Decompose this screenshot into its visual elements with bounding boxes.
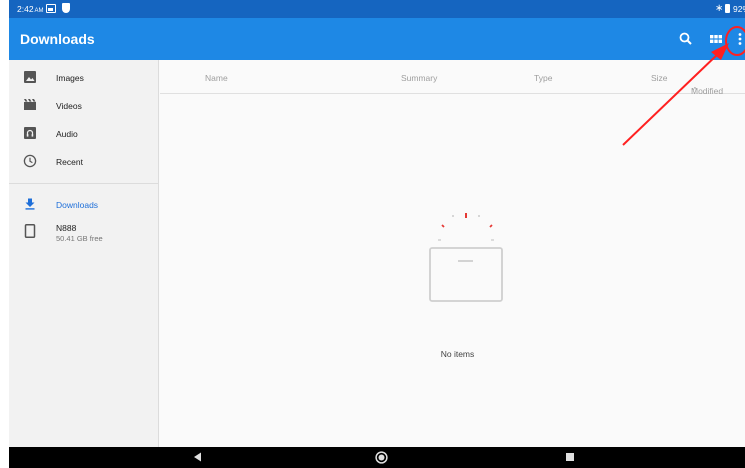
column-name[interactable]: Name (205, 73, 228, 83)
sidebar-divider (9, 183, 159, 184)
bluetooth-icon: ∗ (715, 3, 724, 14)
empty-state-message: No items (440, 349, 475, 359)
app-bar: Downloads (9, 18, 745, 60)
grid-view-icon (710, 35, 722, 43)
status-time: 2:42AM (17, 4, 44, 14)
home-icon[interactable] (375, 451, 388, 464)
shield-icon (62, 3, 70, 13)
sidebar-item-label: N888 (56, 223, 77, 233)
back-icon[interactable] (192, 451, 204, 463)
status-time-value: 2:42 (17, 4, 34, 14)
battery-icon (725, 4, 730, 13)
sidebar-item-device[interactable]: N888 50.41 GB free (9, 215, 159, 249)
sort-ascending-icon: ^ (693, 86, 697, 95)
download-icon (25, 198, 35, 210)
sidebar-item-videos[interactable]: Videos (9, 93, 159, 119)
sidebar-item-label: Audio (56, 129, 78, 139)
sidebar-item-label: Recent (56, 157, 83, 167)
clock-icon (23, 154, 37, 168)
device-screen: 2:42AM ∗ 92% Downloads (9, 0, 745, 468)
grid-view-button[interactable] (707, 30, 725, 48)
system-navigation-bar (9, 447, 745, 468)
status-time-suffix: AM (34, 8, 44, 14)
image-icon (24, 71, 36, 83)
column-type[interactable]: Type (534, 73, 552, 83)
column-header-row: Name Summary Type Size Modified ^ (160, 60, 745, 96)
sidebar-item-images[interactable]: Images (9, 65, 159, 91)
screenshot-frame: 2:42AM ∗ 92% Downloads (0, 0, 745, 468)
search-button[interactable] (677, 30, 695, 48)
sidebar-item-label: Videos (56, 101, 82, 111)
column-size[interactable]: Size (651, 73, 668, 83)
audio-icon (24, 127, 36, 139)
sidebar: Images Videos Audio Recent Downloads N88… (9, 60, 159, 447)
more-vert-icon (738, 33, 742, 45)
search-icon (679, 32, 692, 45)
film-icon (24, 99, 36, 110)
sidebar-item-label: Images (56, 73, 84, 83)
device-free-space: 50.41 GB free (56, 234, 103, 243)
file-list-panel: Name Summary Type Size Modified ^ No item… (160, 60, 745, 447)
empty-box-illustration (429, 213, 503, 302)
page-title: Downloads (20, 31, 95, 47)
phone-icon (24, 224, 36, 238)
more-options-button[interactable] (731, 30, 745, 48)
battery-percent: 92% (733, 4, 745, 14)
sidebar-item-recent[interactable]: Recent (9, 149, 159, 175)
sidebar-item-label: Downloads (56, 200, 99, 210)
recents-icon[interactable] (564, 451, 576, 463)
column-summary[interactable]: Summary (401, 73, 437, 83)
image-notification-icon (46, 4, 56, 13)
status-bar: 2:42AM ∗ 92% (9, 0, 745, 18)
sidebar-item-audio[interactable]: Audio (9, 121, 159, 147)
